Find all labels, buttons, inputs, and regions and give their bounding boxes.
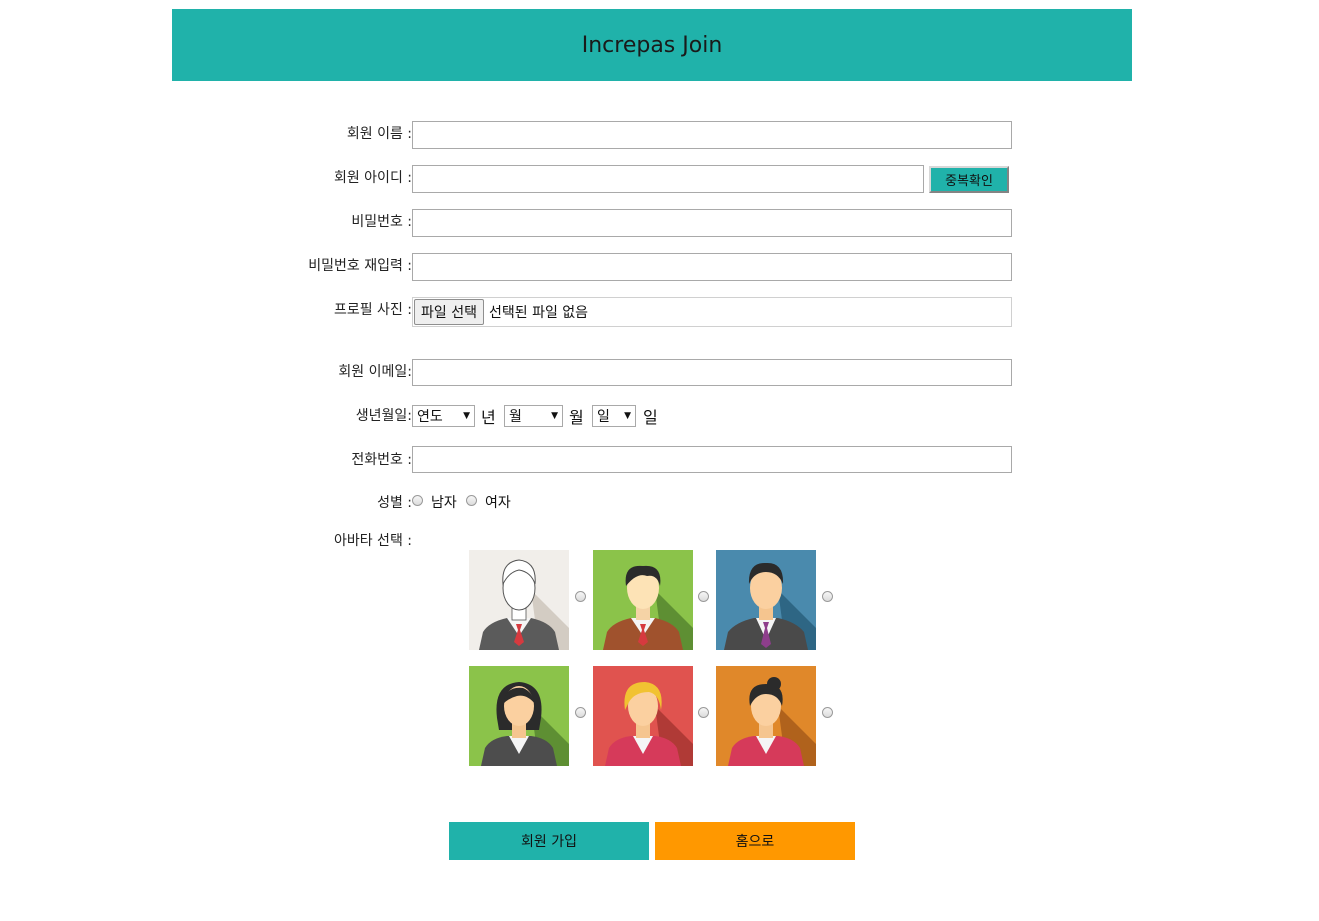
avatar-radio-2[interactable] — [698, 591, 709, 602]
birth-month-value: 월 — [509, 409, 522, 425]
duplicate-check-button[interactable]: 중복확인 — [929, 166, 1009, 193]
gender-label: 성별 : — [377, 495, 412, 511]
avatar-man-green[interactable] — [593, 550, 693, 650]
avatar-woman-red[interactable] — [593, 666, 693, 766]
home-button[interactable]: 홈으로 — [655, 822, 855, 860]
birth-day-select[interactable]: 일 ▼ — [592, 405, 636, 427]
file-status-text: 선택된 파일 없음 — [488, 305, 589, 321]
birth-year-unit: 년 — [481, 408, 496, 427]
profile-photo-label: 프로필 사진 : — [333, 302, 412, 318]
dropdown-arrow-icon: ▼ — [463, 411, 470, 421]
phone-input[interactable] — [412, 446, 1012, 473]
dropdown-arrow-icon: ▼ — [551, 411, 558, 421]
gender-male-label: 남자 — [431, 495, 457, 511]
gender-male-radio[interactable] — [412, 495, 423, 506]
name-label: 회원 이름 : — [346, 126, 412, 142]
avatar-man-white[interactable] — [469, 550, 569, 650]
dropdown-arrow-icon: ▼ — [624, 411, 631, 421]
password-input[interactable] — [412, 209, 1012, 237]
name-input[interactable] — [412, 121, 1012, 149]
page-header: Increpas Join — [172, 9, 1132, 81]
email-label: 회원 이메일: — [338, 364, 412, 380]
avatar-radio-3[interactable] — [822, 591, 833, 602]
avatar-radio-6[interactable] — [822, 707, 833, 718]
birth-label: 생년월일: — [355, 408, 412, 424]
avatar-select-label: 아바타 선택 : — [333, 533, 412, 549]
avatar-man-blue[interactable] — [716, 550, 816, 650]
birth-day-unit: 일 — [643, 408, 658, 427]
gender-female-label: 여자 — [485, 495, 511, 511]
avatar-radio-1[interactable] — [575, 591, 586, 602]
id-label: 회원 아이디 : — [333, 170, 412, 186]
birth-month-select[interactable]: 월 ▼ — [504, 405, 563, 427]
email-input[interactable] — [412, 359, 1012, 386]
avatar-radio-4[interactable] — [575, 707, 586, 718]
id-input[interactable] — [412, 165, 924, 193]
page-title: Increpas Join — [581, 32, 723, 58]
avatar-woman-green[interactable] — [469, 666, 569, 766]
password-confirm-label: 비밀번호 재입력 : — [308, 258, 412, 274]
join-button[interactable]: 회원 가입 — [449, 822, 649, 860]
birth-year-value: 연도 — [417, 409, 443, 425]
profile-file-input[interactable]: 파일 선택 선택된 파일 없음 — [412, 297, 1012, 327]
phone-label: 전화번호 : — [351, 452, 412, 468]
birth-year-select[interactable]: 연도 ▼ — [412, 405, 475, 427]
avatar-radio-5[interactable] — [698, 707, 709, 718]
file-select-button[interactable]: 파일 선택 — [414, 299, 484, 325]
birth-month-unit: 월 — [569, 408, 584, 427]
password-confirm-input[interactable] — [412, 253, 1012, 281]
avatar-woman-orange[interactable] — [716, 666, 816, 766]
birth-day-value: 일 — [597, 409, 610, 425]
password-label: 비밀번호 : — [351, 214, 412, 230]
gender-female-radio[interactable] — [466, 495, 477, 506]
